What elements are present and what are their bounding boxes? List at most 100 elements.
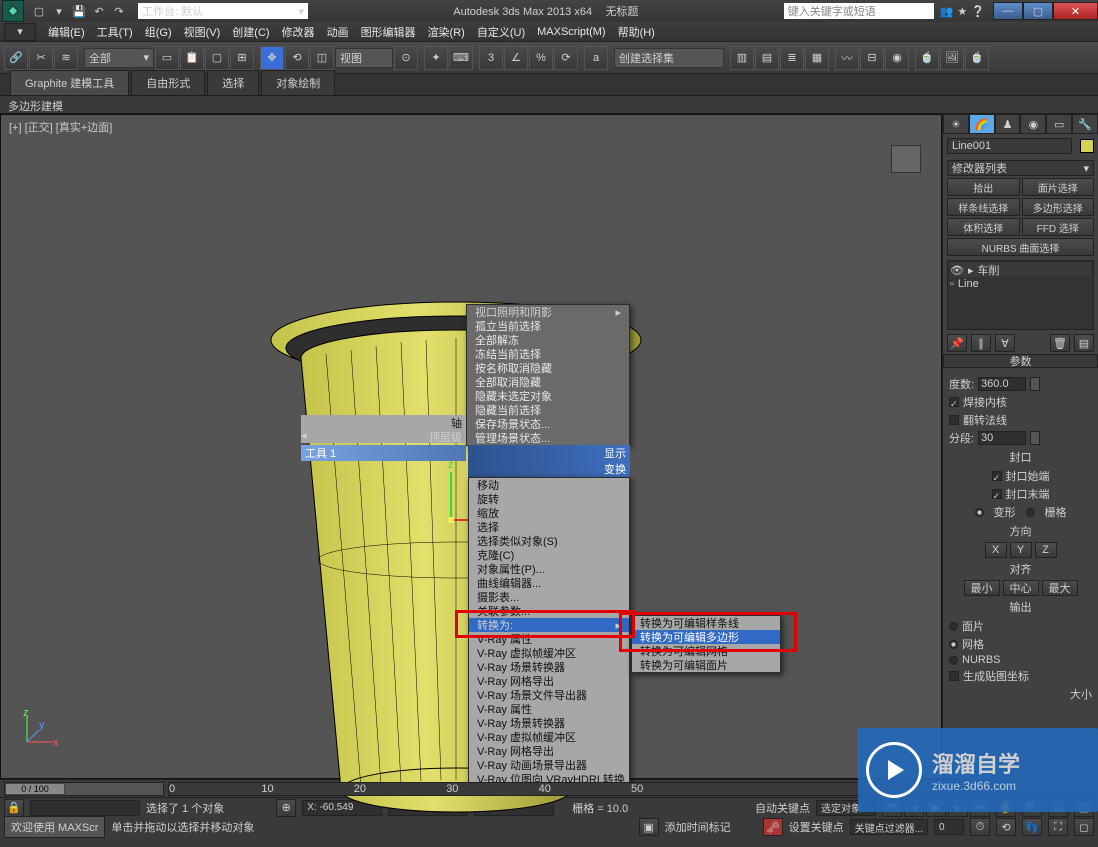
selset-combo[interactable]: 创建选择集: [614, 48, 724, 68]
btn-polysel[interactable]: 多边形选择: [1022, 198, 1095, 216]
ctx-curve-ed[interactable]: 曲线编辑器...: [469, 576, 629, 590]
ctx-vray-vfb2[interactable]: V-Ray 虚拟帧缓冲区: [469, 730, 629, 744]
nav-maximize-icon[interactable]: ⛶: [1048, 818, 1068, 836]
ctx-vray-sceneexp[interactable]: V-Ray 场景文件导出器: [469, 688, 629, 702]
btn-splinesel[interactable]: 样条线选择: [947, 198, 1020, 216]
spinner-arrows[interactable]: [1030, 377, 1040, 391]
ctx-dope[interactable]: 摄影表...: [469, 590, 629, 604]
spinner-arrows2[interactable]: [1030, 431, 1040, 445]
star-icon[interactable]: ★: [957, 5, 967, 18]
ctx-unhide-all[interactable]: 全部取消隐藏: [467, 375, 629, 389]
chk-capend[interactable]: [992, 489, 1002, 499]
mirror-icon[interactable]: ▥: [730, 46, 754, 70]
nav-orbit-icon[interactable]: ⟲: [996, 818, 1016, 836]
ctx-rotate[interactable]: 旋转: [469, 492, 629, 506]
chk-weldcore[interactable]: [949, 397, 959, 407]
align-icon[interactable]: ▤: [755, 46, 779, 70]
rendered-frame-icon[interactable]: 🖼: [940, 46, 964, 70]
quad-toplevel[interactable]: ◂顶层级: [301, 429, 466, 443]
rollout-params[interactable]: 参数: [943, 354, 1098, 368]
welcome-panel[interactable]: 欢迎使用 MAXScr: [4, 816, 105, 838]
schematic-icon[interactable]: ⊟: [860, 46, 884, 70]
stack-lathe[interactable]: 👁▸车削: [950, 263, 1091, 277]
align-center[interactable]: 中心: [1003, 580, 1039, 596]
current-frame[interactable]: 0: [934, 819, 964, 835]
minimize-button[interactable]: —: [993, 2, 1023, 20]
selectname-icon[interactable]: 📋: [180, 46, 204, 70]
menu-group[interactable]: 组(G): [139, 22, 178, 42]
time-config-icon[interactable]: ⏱: [970, 818, 990, 836]
pin-stack-icon[interactable]: 📌: [947, 334, 967, 352]
ctx-manage-state[interactable]: 管理场景状态...: [467, 431, 629, 445]
anglesnap-icon[interactable]: ∠: [504, 46, 528, 70]
menu-anim[interactable]: 动画: [321, 22, 355, 42]
show-end-icon[interactable]: ∥: [971, 334, 991, 352]
ctx-vray-vfb[interactable]: V-Ray 虚拟帧缓冲区: [469, 646, 629, 660]
tab-paint[interactable]: 对象绘制: [261, 70, 335, 95]
keyfilter-button[interactable]: 关键点过滤器...: [850, 819, 928, 835]
make-unique-icon[interactable]: ∀: [995, 334, 1015, 352]
axis-z[interactable]: Z: [1035, 542, 1057, 558]
curve-editor-icon[interactable]: 〰: [835, 46, 859, 70]
scale-icon[interactable]: ◫: [310, 46, 334, 70]
ctx-select[interactable]: 选择: [469, 520, 629, 534]
material-icon[interactable]: ◉: [885, 46, 909, 70]
tab-modify[interactable]: 🌈: [969, 114, 995, 134]
ctx-vp-lighting[interactable]: 视口照明和阴影▸: [467, 305, 629, 319]
tab-create[interactable]: ☀: [943, 114, 969, 134]
menu-edit[interactable]: 编辑(E): [42, 22, 91, 42]
spinner-segs[interactable]: 30: [978, 431, 1026, 445]
ctx-isolate[interactable]: 孤立当前选择: [467, 319, 629, 333]
workspace-combo[interactable]: 工作台: 默认▾: [138, 3, 308, 19]
esel-icon[interactable]: a: [584, 46, 608, 70]
menu-modifiers[interactable]: 修改器: [276, 22, 321, 42]
ctx-vray-meshexp[interactable]: V-Ray 网格导出: [469, 674, 629, 688]
ctx-unfreeze-all[interactable]: 全部解冻: [467, 333, 629, 347]
render-icon[interactable]: 🍵: [965, 46, 989, 70]
modifier-stack[interactable]: 👁▸车削 ▫Line: [947, 260, 1094, 330]
align-min[interactable]: 最小: [964, 580, 1000, 596]
tab-graphite[interactable]: Graphite 建模工具: [10, 70, 129, 95]
select-icon[interactable]: ▭: [155, 46, 179, 70]
nav-walkthrough-icon[interactable]: 👣: [1022, 818, 1042, 836]
spinsnap-icon[interactable]: ⟳: [554, 46, 578, 70]
move-icon[interactable]: ✥: [260, 46, 284, 70]
ctx-save-state[interactable]: 保存场景状态...: [467, 417, 629, 431]
menu-tools[interactable]: 工具(T): [91, 22, 139, 42]
object-name-field[interactable]: Line001: [947, 138, 1072, 154]
chk-genmap[interactable]: [949, 671, 959, 681]
axis-y[interactable]: Y: [1010, 542, 1032, 558]
time-slider-knob[interactable]: 0 / 100: [5, 783, 65, 795]
menu-view[interactable]: 视图(V): [178, 22, 227, 42]
menu-help[interactable]: 帮助(H): [612, 22, 661, 42]
pivot-icon[interactable]: ⊙: [394, 46, 418, 70]
lock-icon[interactable]: 🔒: [4, 799, 24, 817]
rotate-icon[interactable]: ⟲: [285, 46, 309, 70]
graphite-icon[interactable]: ▦: [805, 46, 829, 70]
radio-nurbs[interactable]: [949, 656, 958, 665]
btn-patchsel[interactable]: 面片选择: [1022, 178, 1095, 196]
link-icon[interactable]: 🔗: [4, 46, 28, 70]
ctx-hide-unsel[interactable]: 隐藏未选定对象: [467, 389, 629, 403]
ctx-hide-sel[interactable]: 隐藏当前选择: [467, 403, 629, 417]
viewport-label[interactable]: [+] [正交] [真实+边面]: [9, 119, 112, 135]
chk-capstart[interactable]: [992, 471, 1002, 481]
object-color-swatch[interactable]: [1080, 139, 1094, 153]
save-icon[interactable]: 💾: [70, 2, 88, 20]
menu-custom[interactable]: 自定义(U): [471, 22, 531, 42]
ctx-clone[interactable]: 克隆(C): [469, 548, 629, 562]
layers-icon[interactable]: ≣: [780, 46, 804, 70]
ctx-freeze-sel[interactable]: 冻结当前选择: [467, 347, 629, 361]
viewport[interactable]: [+] [正交] [真实+边面]: [0, 114, 942, 779]
bind-icon[interactable]: ≋: [54, 46, 78, 70]
tab-motion[interactable]: ◉: [1020, 114, 1046, 134]
ctx-scale[interactable]: 缩放: [469, 506, 629, 520]
snap3-icon[interactable]: 3: [479, 46, 503, 70]
ctx-vray-props2[interactable]: V-Ray 属性: [469, 702, 629, 716]
refcoord-combo[interactable]: 视图: [335, 48, 393, 68]
redo-icon[interactable]: ↷: [110, 2, 128, 20]
ctx-vray-meshexp2[interactable]: V-Ray 网格导出: [469, 744, 629, 758]
axis-x[interactable]: X: [985, 542, 1007, 558]
help-icon[interactable]: ❔: [971, 5, 985, 18]
ctx-unhide-name[interactable]: 按名称取消隐藏: [467, 361, 629, 375]
